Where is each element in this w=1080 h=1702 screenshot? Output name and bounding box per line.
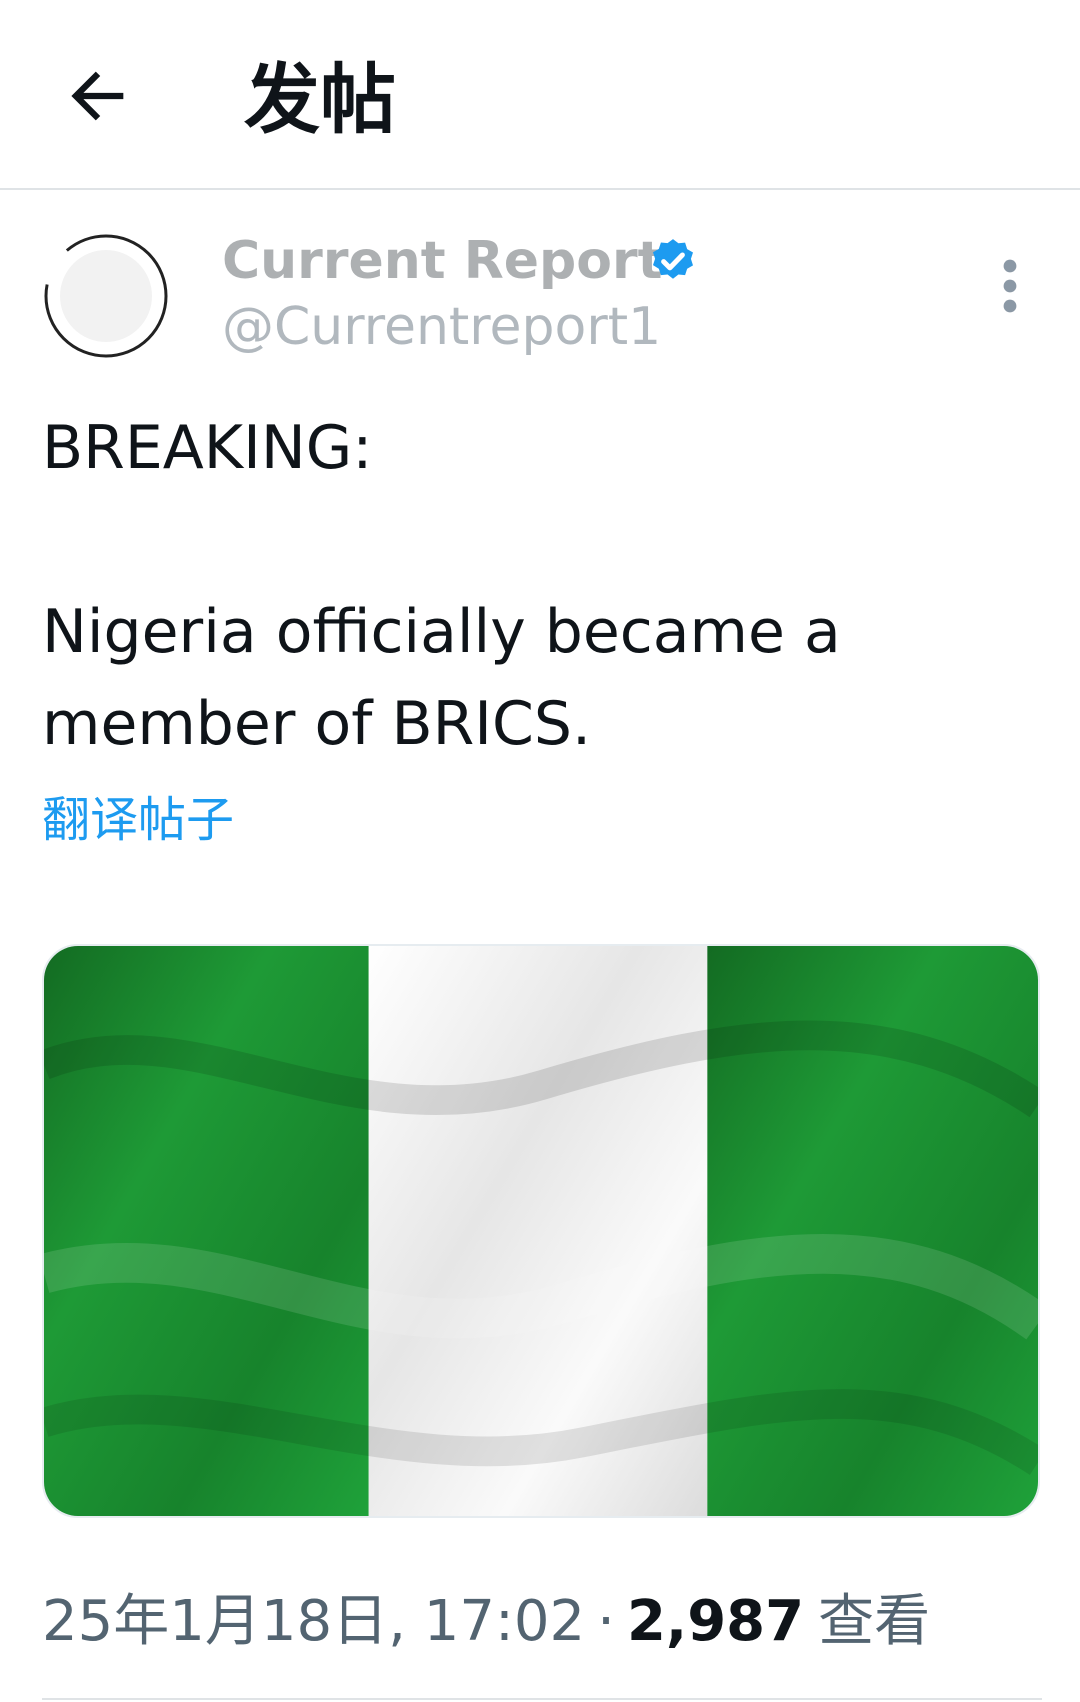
page-title: 发帖: [244, 55, 396, 144]
translate-post-link[interactable]: 翻译帖子: [42, 788, 234, 852]
arrow-left-icon: [71, 71, 124, 121]
tweet-image[interactable]: [42, 944, 1040, 1518]
tweet-text-line-1: BREAKING:: [42, 413, 373, 483]
verified-badge-icon: [648, 236, 698, 286]
views-label: 查看: [818, 1589, 931, 1654]
back-button[interactable]: [60, 58, 136, 134]
author-name[interactable]: Current Report: [222, 226, 662, 296]
more-options-button[interactable]: [996, 258, 1024, 314]
nigeria-flag-image: [44, 946, 1038, 1516]
tweet-text-line-2: Nigeria officially became a member of BR…: [42, 597, 841, 759]
tweet-timestamp[interactable]: 25年1月18日, 17:02: [42, 1589, 585, 1654]
author-handle[interactable]: @Currentreport1: [222, 292, 661, 362]
tweet-meta: 25年1月18日, 17:02 · 2,987 查看: [42, 1584, 930, 1660]
author-avatar[interactable]: [42, 232, 170, 360]
meta-separator: ·: [597, 1589, 615, 1654]
top-bar: 发帖: [0, 0, 1080, 190]
tweet-body: BREAKING: Nigeria officially became a me…: [42, 402, 1042, 770]
divider: [42, 1698, 1042, 1700]
views-count: 2,987: [626, 1589, 805, 1654]
more-vertical-icon: [1003, 259, 1017, 313]
